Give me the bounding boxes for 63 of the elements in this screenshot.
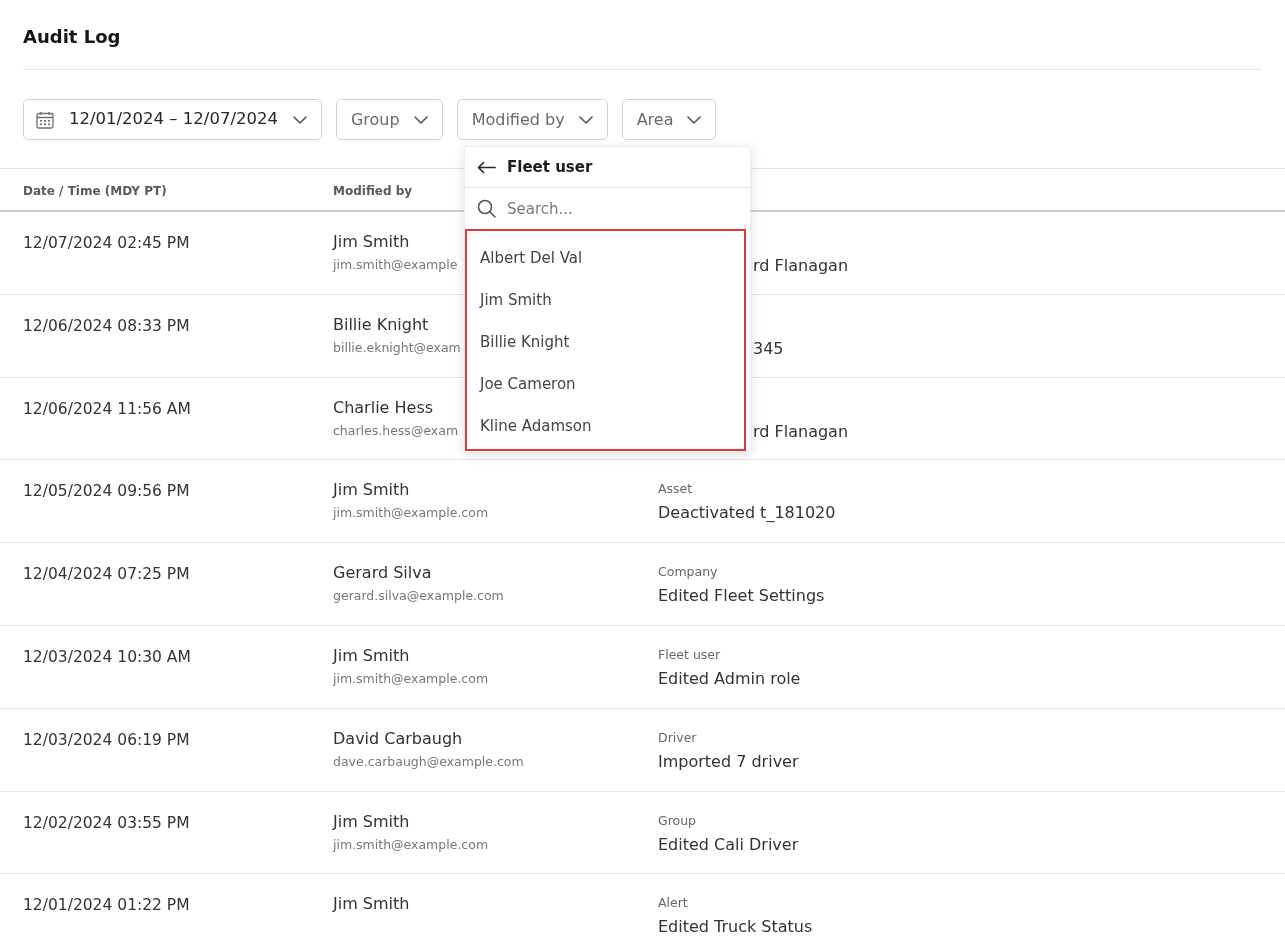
- timestamp-text: 12/01/2024 01:22 PM: [23, 896, 190, 915]
- column-header: Modified by: [333, 183, 413, 198]
- area-label: Group: [658, 812, 697, 829]
- user-name: Jim Smith: [333, 646, 410, 666]
- activity-text: 345: [753, 338, 784, 358]
- activity-text: Edited Fleet Settings: [658, 586, 825, 607]
- user-option[interactable]: Billie Knight: [467, 321, 744, 363]
- chevron-down-icon: [687, 115, 702, 124]
- filter-dropdown[interactable]: Group: [335, 99, 443, 140]
- date-range-button[interactable]: 12/01/2024 – 12/07/2024: [23, 99, 322, 140]
- user-name: Jim Smith: [333, 811, 410, 832]
- back-button[interactable]: [477, 160, 496, 174]
- user-name: Gerard Silva: [333, 563, 432, 584]
- timestamp-text: 12/07/2024 02:45 PM: [23, 234, 190, 252]
- search-field[interactable]: Search...: [507, 195, 727, 222]
- timestamp-text: 12/05/2024 09:56 PM: [23, 482, 190, 501]
- user-name: Jim Smith: [333, 894, 410, 915]
- user-email: jim.smith@example.com: [333, 836, 489, 853]
- column-header: Date / Time (MDY PT): [23, 183, 167, 198]
- user-name: David Carbaugh: [333, 728, 463, 749]
- timestamp-text: 12/03/2024 10:30 AM: [23, 648, 191, 666]
- user-option[interactable]: Jim Smith: [467, 279, 744, 321]
- search-icon: [477, 199, 496, 218]
- filter-dropdown[interactable]: Modified by: [456, 99, 608, 140]
- activity-text: Edited Truck Status: [658, 917, 813, 938]
- user-option[interactable]: Joe Cameron: [467, 363, 744, 405]
- page-title: Audit Log: [23, 25, 121, 49]
- filter-dropdown[interactable]: Area: [621, 99, 717, 140]
- timestamp-text: 12/02/2024 03:55 PM: [23, 813, 190, 832]
- user-option[interactable]: Albert Del Val: [467, 237, 744, 279]
- user-option[interactable]: Kline Adamson: [467, 405, 744, 447]
- area-label: Company: [658, 564, 718, 581]
- arrow-left-icon: [477, 160, 496, 174]
- user-name: Charlie Hess: [333, 397, 434, 418]
- calendar-icon: [36, 110, 54, 129]
- user-name: Jim Smith: [333, 232, 410, 252]
- timestamp-text: 12/03/2024 06:19 PM: [23, 730, 190, 749]
- activity-text: Imported 7 driver: [658, 751, 799, 772]
- user-name: Billie Knight: [333, 314, 429, 335]
- timestamp-text: 12/06/2024 11:56 AM: [23, 399, 191, 418]
- user-email: billie.eknight@exam: [333, 339, 461, 356]
- user-name: Jim Smith: [333, 480, 410, 501]
- timestamp-text: 12/06/2024 08:33 PM: [23, 316, 190, 335]
- user-email: gerard.silva@example.com: [333, 588, 504, 605]
- activity-text: Deactivated t_181020: [658, 503, 836, 524]
- user-email: jim.smith@example.com: [333, 671, 489, 687]
- chevron-down-icon: [578, 115, 593, 124]
- timestamp-text: 12/04/2024 07:25 PM: [23, 565, 190, 584]
- user-email: charles.hess@exam: [333, 422, 459, 439]
- activity-text: rd Flanagan: [753, 256, 849, 275]
- area-label: Alert: [658, 895, 688, 912]
- chevron-down-icon: [292, 115, 307, 124]
- activity-text: Edited Cali Driver: [658, 834, 799, 855]
- dropdown-title: Fleet user: [507, 156, 593, 178]
- chevron-down-icon: [413, 115, 428, 124]
- activity-text: Edited Admin role: [658, 669, 801, 689]
- activity-text: rd Flanagan: [753, 421, 849, 441]
- area-label: Asset: [658, 481, 693, 498]
- user-email: jim.smith@example.com: [333, 505, 489, 522]
- user-email: jim.smith@example: [333, 257, 458, 273]
- area-label: Driver: [658, 729, 697, 746]
- user-email: dave.carbaugh@example.com: [333, 753, 524, 770]
- area-label: Fleet user: [658, 647, 721, 663]
